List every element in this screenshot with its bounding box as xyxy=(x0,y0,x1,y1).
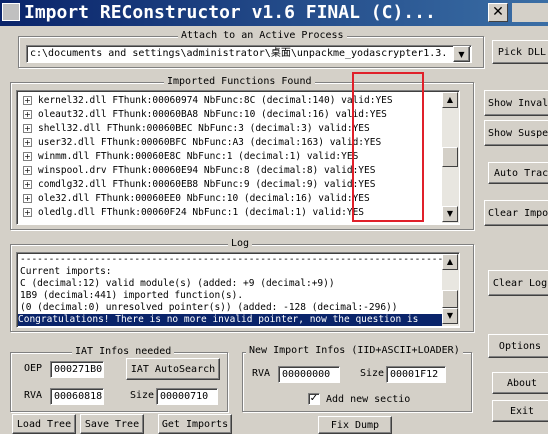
log-output[interactable]: ----------------------------------------… xyxy=(16,252,460,328)
new-rva-input[interactable]: 00000000 xyxy=(278,366,340,383)
expand-icon[interactable]: + xyxy=(23,166,32,175)
scroll-up-icon[interactable]: ▲ xyxy=(442,92,458,108)
iat-autosearch-button[interactable]: IAT AutoSearch xyxy=(126,358,220,380)
options-button[interactable]: Options xyxy=(488,334,548,358)
show-invalid-button[interactable]: Show Inval xyxy=(484,90,548,116)
new-size-input[interactable]: 00001F12 xyxy=(386,366,446,383)
expand-icon[interactable]: + xyxy=(23,152,32,161)
rva-label: RVA xyxy=(24,390,43,401)
process-path: c:\documents and settings\administrator\… xyxy=(30,48,448,59)
tree-row[interactable]: + user32.dll FThunk:00060BFC NbFunc:A3 (d… xyxy=(23,136,381,150)
expand-icon[interactable]: + xyxy=(23,96,32,105)
tree-row[interactable]: + oleaut32.dll FThunk:00060BA8 NbFunc:10 … xyxy=(23,108,387,122)
rva-input[interactable]: 00060818 xyxy=(50,388,104,405)
clear-log-button[interactable]: Clear Log xyxy=(488,270,548,296)
scroll-down-icon[interactable]: ▼ xyxy=(442,206,458,222)
expand-icon[interactable]: + xyxy=(23,138,32,147)
tree-row[interactable]: + kernel32.dll FThunk:00060974 NbFunc:8C … xyxy=(23,94,393,108)
tree-row[interactable]: + winspool.drv FThunk:00060E94 NbFunc:8 (… xyxy=(23,164,375,178)
tree-row[interactable]: + winmm.dll FThunk:00060E8C NbFunc:1 (dec… xyxy=(23,150,358,164)
iat-legend: IAT Infos needed xyxy=(72,346,175,357)
expand-icon[interactable]: + xyxy=(23,124,32,133)
log-line: C (decimal:12) valid module(s) (added: +… xyxy=(20,278,335,289)
show-suspect-button[interactable]: Show Suspe xyxy=(484,120,548,146)
expand-icon[interactable]: + xyxy=(23,110,32,119)
get-imports-button[interactable]: Get Imports xyxy=(158,414,232,434)
pick-dll-button[interactable]: Pick DLL xyxy=(492,40,548,64)
attach-legend: Attach to an Active Process xyxy=(178,30,347,41)
new-rva-label: RVA xyxy=(252,368,271,379)
scroll-up-icon[interactable]: ▲ xyxy=(442,254,458,270)
tree-row[interactable]: + oledlg.dll FThunk:00060F24 NbFunc:1 (de… xyxy=(23,206,364,220)
window-title: Import REConstructor v1.6 FINAL (C)... xyxy=(24,2,436,23)
add-section-label: Add new sectio xyxy=(326,394,411,405)
expand-icon[interactable]: + xyxy=(23,180,32,189)
oep-input[interactable]: 000271B0 xyxy=(50,361,104,378)
log-line-selected[interactable]: Congratulations! There is no more invali… xyxy=(18,314,442,326)
new-import-legend: New Import Infos (IID+ASCII+LOADER) xyxy=(246,345,463,356)
app-icon xyxy=(2,3,20,21)
exit-button[interactable]: Exit xyxy=(492,400,548,422)
oep-label: OEP xyxy=(24,363,43,374)
save-tree-button[interactable]: Save Tree xyxy=(80,414,144,434)
expand-icon[interactable]: + xyxy=(23,194,32,203)
log-line: Current imports: xyxy=(20,266,112,277)
dropdown-button[interactable]: ▼ xyxy=(453,46,470,62)
scroll-thumb[interactable] xyxy=(442,147,458,167)
about-button[interactable]: About xyxy=(492,372,548,394)
add-section-checkbox[interactable]: ✓ xyxy=(308,393,320,405)
auto-trace-button[interactable]: Auto Trac xyxy=(488,162,548,184)
chevron-down-icon: ▼ xyxy=(458,49,465,59)
title-bar-tail xyxy=(512,3,548,22)
log-line: ----------------------------------------… xyxy=(20,254,444,265)
tree-row[interactable]: + ole32.dll FThunk:00060EE0 NbFunc:10 (de… xyxy=(23,192,370,206)
size-input[interactable]: 00000710 xyxy=(156,388,218,405)
load-tree-button[interactable]: Load Tree xyxy=(12,414,76,434)
tree-row[interactable]: + shell32.dll FThunk:00060BEC NbFunc:3 (d… xyxy=(23,122,370,136)
scroll-thumb[interactable] xyxy=(442,290,458,308)
process-select[interactable]: c:\documents and settings\administrator\… xyxy=(26,45,472,63)
scroll-down-icon[interactable]: ▼ xyxy=(442,308,458,324)
new-size-label: Size xyxy=(360,368,385,379)
log-scrollbar[interactable]: ▲ ▼ xyxy=(442,254,459,326)
close-button[interactable]: ✕ xyxy=(488,3,508,22)
log-legend: Log xyxy=(228,238,253,249)
log-line: (0 (decimal:0) unresolved pointer(s)) (a… xyxy=(20,302,398,313)
expand-icon[interactable]: + xyxy=(23,208,32,217)
fix-dump-button[interactable]: Fix Dump xyxy=(318,416,392,434)
highlight-annotation-box xyxy=(352,72,424,222)
imports-legend: Imported Functions Found xyxy=(164,76,315,87)
title-bar[interactable]: Import REConstructor v1.6 FINAL (C)... xyxy=(0,0,548,26)
log-line: 1B9 (decimal:441) imported function(s). xyxy=(20,290,244,301)
tree-row[interactable]: + comdlg32.dll FThunk:00060EB8 NbFunc:9 (… xyxy=(23,178,375,192)
tree-scrollbar[interactable]: ▲ ▼ xyxy=(442,92,459,223)
clear-imports-button[interactable]: Clear Impor xyxy=(484,200,548,226)
size-label: Size xyxy=(130,390,155,401)
